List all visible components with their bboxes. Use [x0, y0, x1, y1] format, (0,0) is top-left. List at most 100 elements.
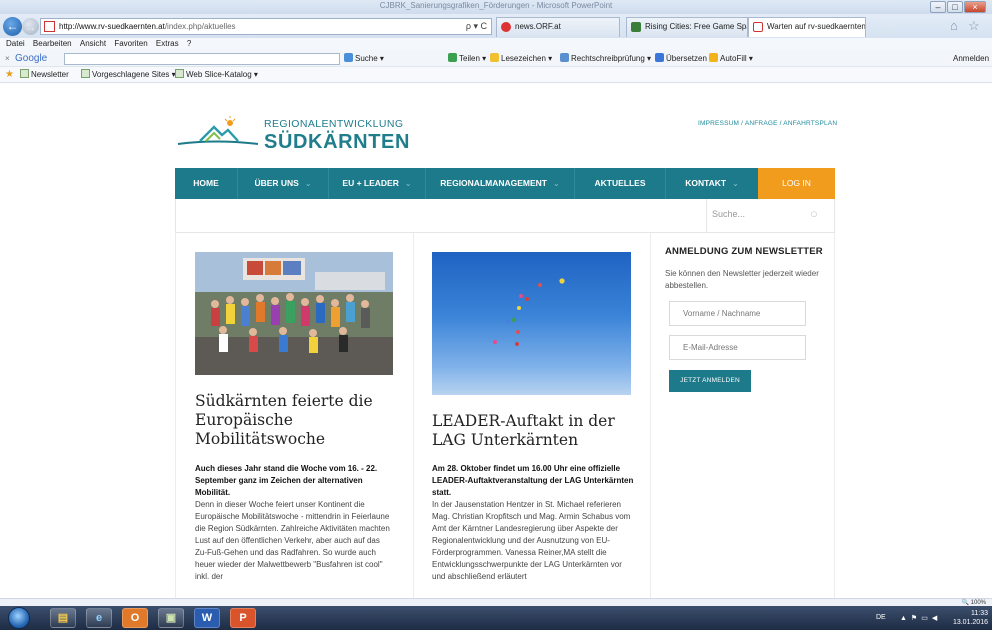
menu-bar: Datei Bearbeiten Ansicht Favoriten Extra…	[0, 38, 992, 50]
search-row: Suche... ○	[175, 199, 835, 233]
menu-help[interactable]: ?	[187, 39, 191, 48]
address-bar[interactable]: http://www.rv-suedkaernten.at/index.php/…	[40, 18, 492, 35]
favorites-center-icon[interactable]: ★	[5, 67, 14, 83]
top-links[interactable]: IMPRESSUM / ANFRAGE / ANFAHRTSPLAN	[698, 120, 837, 127]
explorer-folder-icon[interactable]: ▤	[50, 608, 76, 628]
browser-nav-bar: ← → http://www.rv-suedkaernten.at/index.…	[0, 14, 992, 38]
article-photo-mobility-week[interactable]	[195, 252, 393, 375]
chevron-down-icon: ⌄	[553, 179, 560, 188]
chevron-down-icon: ⌄	[304, 179, 312, 188]
logo-mountain-icon	[177, 116, 259, 145]
nav-kontakt[interactable]: KONTAKT ⌄	[666, 168, 758, 199]
rv-favicon-icon	[753, 22, 763, 32]
google-autofill-button[interactable]: AutoFill ▾	[709, 50, 753, 67]
tab-news-orf[interactable]: news.ORF.at	[496, 17, 620, 37]
tab-rising-cities[interactable]: Rising Cities: Free Game Spaß f...	[626, 17, 748, 37]
outlook-icon[interactable]: O	[122, 608, 148, 628]
autofill-icon	[709, 53, 718, 62]
balloons-sky-image	[493, 278, 565, 346]
forward-button[interactable]: →	[22, 18, 39, 35]
google-share-button[interactable]: Teilen ▾	[448, 50, 486, 67]
chevron-down-icon: ⌄	[404, 179, 412, 188]
google-logo: Google	[15, 53, 48, 64]
group-photo-image	[195, 252, 393, 375]
menu-ansicht[interactable]: Ansicht	[80, 39, 106, 48]
favorite-newsletter[interactable]: Newsletter	[20, 67, 69, 83]
tab-label: Warten auf rv-suedkaernten... ×	[767, 22, 866, 31]
language-indicator[interactable]: DE	[876, 614, 886, 621]
address-path: /index.php/aktuelles	[164, 22, 236, 31]
page-icon	[20, 69, 29, 78]
window-title-bar: CJBRK_Sanierungsgrafiken_Förderungen - M…	[0, 0, 992, 14]
google-bookmarks-button[interactable]: Lesezeichen ▾	[490, 50, 552, 67]
word-icon[interactable]: W	[194, 608, 220, 628]
powerpoint-icon[interactable]: P	[230, 608, 256, 628]
nav-eu-leader[interactable]: EU + LEADER ⌄	[329, 168, 425, 199]
menu-extras[interactable]: Extras	[156, 39, 179, 48]
site-favicon-icon	[44, 21, 55, 32]
google-search-input[interactable]	[64, 53, 340, 65]
system-tray: DE ▲⚑▭◀ 11:33 13.01.2016	[874, 606, 992, 630]
article-title-mobility-week[interactable]: Südkärnten feierte die Europäische Mobil…	[195, 392, 395, 449]
main-navigation: HOME ÜBER UNS ⌄ EU + LEADER ⌄ REGIONALMANA…	[175, 168, 835, 199]
clock[interactable]: 11:33 13.01.2016	[953, 609, 988, 627]
nav-ueber-uns[interactable]: ÜBER UNS ⌄	[238, 168, 328, 199]
windows-taskbar: ▤ e O ▣ W P DE ▲⚑▭◀ 11:33 13.01.2016	[0, 606, 992, 630]
share-icon	[448, 53, 457, 62]
site-search-input[interactable]: Suche...	[712, 209, 822, 219]
google-translate-button[interactable]: Übersetzen ▾	[655, 50, 713, 67]
address-controls[interactable]: ρ ▾ C	[466, 19, 487, 34]
newsletter-subscribe-button[interactable]: JETZT ANMELDEN	[669, 370, 751, 392]
nav-home[interactable]: HOME	[175, 168, 237, 199]
menu-favoriten[interactable]: Favoriten	[114, 39, 147, 48]
nav-aktuelles[interactable]: AKTUELLES	[575, 168, 665, 199]
article-lead-mobility-week: Auch dieses Jahr stand die Woche vom 16.…	[195, 464, 378, 497]
home-icon[interactable]: ⌂	[950, 18, 958, 33]
article-photo-leader-balloons[interactable]	[432, 252, 631, 395]
window-title: CJBRK_Sanierungsgrafiken_Förderungen - M…	[379, 1, 613, 10]
divider	[706, 199, 707, 232]
rising-cities-favicon-icon	[631, 22, 641, 32]
maximize-button[interactable]: □	[947, 1, 963, 13]
chevron-down-icon: ⌄	[732, 179, 739, 188]
close-window-button[interactable]: ×	[964, 1, 986, 13]
start-button[interactable]	[8, 607, 30, 629]
logo-title: SÜDKÄRNTEN	[264, 131, 410, 153]
article-body-leader: In der Jausenstation Hentzer in St. Mich…	[432, 500, 631, 581]
article-body-mobility-week: Denn in dieser Woche feiert unser Kontin…	[195, 500, 390, 581]
menu-bearbeiten[interactable]: Bearbeiten	[33, 39, 72, 48]
google-signin-link[interactable]: Anmelden	[953, 50, 989, 67]
clock-time: 11:33	[971, 610, 988, 617]
favorite-web-slice[interactable]: Web Slice-Katalog ▾	[175, 67, 258, 83]
search-icon	[344, 53, 353, 62]
article-title-leader[interactable]: LEADER-Auftakt in der LAG Unterkärnten	[432, 412, 642, 450]
internet-explorer-icon[interactable]: e	[86, 608, 112, 628]
site-logo[interactable]: REGIONALENTWICKLUNG SÜDKÄRNTEN	[176, 115, 409, 159]
browser-status-bar: 🔍 100%	[0, 598, 992, 606]
login-button[interactable]: LOG IN	[758, 168, 835, 199]
bookmark-star-icon	[490, 53, 499, 62]
google-spellcheck-button[interactable]: Rechtschreibprüfung ▾	[560, 50, 651, 67]
document-icon[interactable]: ▣	[158, 608, 184, 628]
search-icon[interactable]: ○	[810, 206, 818, 221]
clock-date: 13.01.2016	[952, 619, 988, 626]
newsletter-title: ANMELDUNG ZUM NEWSLETTER	[665, 246, 823, 257]
back-button[interactable]: ←	[3, 17, 22, 36]
newsletter-email-field[interactable]: E-Mail-Adresse	[669, 335, 806, 360]
newsletter-name-field[interactable]: Vorname / Nachname	[669, 301, 806, 326]
google-search-button[interactable]: Suche ▾	[344, 50, 384, 67]
menu-datei[interactable]: Datei	[6, 39, 25, 48]
translate-icon	[655, 53, 664, 62]
tab-rv-suedkaernten[interactable]: Warten auf rv-suedkaernten... ×	[748, 17, 866, 37]
tray-icons[interactable]: ▲⚑▭◀	[900, 614, 941, 622]
address-host: http://www.rv-suedkaernten.at	[59, 22, 165, 31]
nav-regionalmanagement[interactable]: REGIONALMANAGEMENT ⌄	[426, 168, 574, 199]
page-icon	[81, 69, 90, 78]
favorites-bar: ★ Newsletter Vorgeschlagene Sites ▾ Web …	[0, 67, 992, 83]
tab-label: Rising Cities: Free Game Spaß f...	[645, 22, 747, 31]
article-lead-leader: Am 28. Oktober findet um 16.00 Uhr eine …	[432, 464, 634, 497]
favorites-star-icon[interactable]: ☆	[968, 18, 980, 34]
minimize-button[interactable]: –	[930, 1, 946, 13]
google-toolbar-close-icon[interactable]: ×	[5, 50, 10, 67]
favorite-suggested-sites[interactable]: Vorgeschlagene Sites ▾	[81, 67, 176, 83]
